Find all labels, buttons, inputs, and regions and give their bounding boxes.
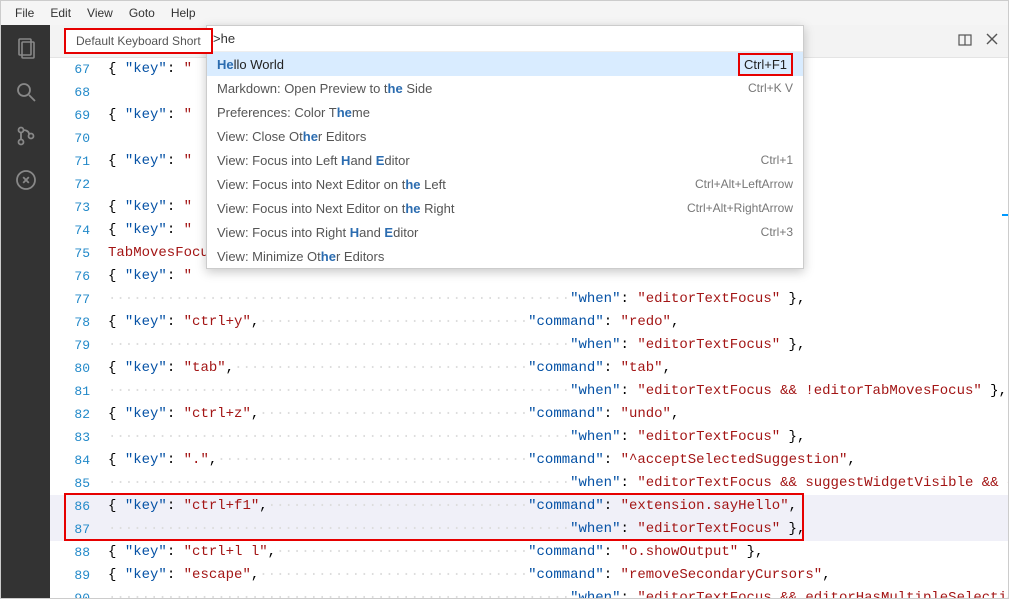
code-line: 89{ "key": "escape",····················… [50, 564, 1008, 587]
code-content: { "key": "ctrl+y",······················… [108, 311, 1008, 334]
files-icon[interactable] [11, 33, 41, 63]
line-number: 79 [50, 334, 108, 357]
line-number: 70 [50, 127, 108, 150]
close-icon[interactable] [984, 31, 1000, 52]
palette-item[interactable]: Markdown: Open Preview to the Side Ctrl+K… [207, 76, 803, 100]
code-content: { "key": ".",···························… [108, 449, 1008, 472]
palette-item-keybind: Ctrl+3 [761, 225, 793, 239]
code-content: ········································… [108, 426, 1008, 449]
code-content: { "key": "ctrl+l l",····················… [108, 541, 1008, 564]
line-number: 69 [50, 104, 108, 127]
code-content: ········································… [108, 472, 1008, 495]
code-content: { "key": "ctrl+f1",·····················… [108, 495, 1008, 518]
palette-item[interactable]: Preferences: Color Theme [207, 100, 803, 124]
palette-item-keybind: Ctrl+F1 [738, 53, 793, 76]
menu-file[interactable]: File [7, 4, 42, 22]
code-content: { "key": "ctrl+z",······················… [108, 403, 1008, 426]
code-line: 79······································… [50, 334, 1008, 357]
command-palette: Hello WorldCtrl+F1Markdown: Open Preview… [206, 25, 804, 269]
source-control-icon[interactable] [11, 121, 41, 151]
code-line: 85······································… [50, 472, 1008, 495]
palette-item-label: Markdown: Open Preview to the Side [217, 81, 432, 96]
palette-item[interactable]: View: Minimize Other Editors [207, 244, 803, 268]
line-number: 78 [50, 311, 108, 334]
palette-item-label: View: Minimize Other Editors [217, 249, 384, 264]
line-number: 77 [50, 288, 108, 311]
line-number: 89 [50, 564, 108, 587]
tab-label: Default Keyboard Short [76, 34, 201, 48]
code-line: 88{ "key": "ctrl+l l",··················… [50, 541, 1008, 564]
code-content: ········································… [108, 288, 1008, 311]
palette-item-keybind: Ctrl+1 [761, 153, 793, 167]
line-number: 83 [50, 426, 108, 449]
line-number: 87 [50, 518, 108, 541]
code-line: 83······································… [50, 426, 1008, 449]
palette-item-keybind: Ctrl+K V [748, 81, 793, 95]
code-line: 77······································… [50, 288, 1008, 311]
menu-goto[interactable]: Goto [121, 4, 163, 22]
menubar: FileEditViewGotoHelp [1, 1, 1008, 25]
line-number: 76 [50, 265, 108, 288]
palette-item-keybind: Ctrl+Alt+LeftArrow [695, 177, 793, 191]
line-number: 67 [50, 58, 108, 81]
palette-item[interactable]: View: Close Other Editors [207, 124, 803, 148]
code-content: ········································… [108, 380, 1008, 403]
palette-item[interactable]: View: Focus into Next Editor on the Left… [207, 172, 803, 196]
line-number: 86 [50, 495, 108, 518]
code-line: 78{ "key": "ctrl+y",····················… [50, 311, 1008, 334]
palette-item-keybind: Ctrl+Alt+RightArrow [687, 201, 793, 215]
command-palette-input[interactable] [213, 31, 797, 46]
line-number: 82 [50, 403, 108, 426]
palette-item[interactable]: View: Focus into Right Hand Editor Ctrl+3 [207, 220, 803, 244]
line-number: 73 [50, 196, 108, 219]
code-content: { "key": "tab",·························… [108, 357, 1008, 380]
menu-help[interactable]: Help [163, 4, 204, 22]
palette-item-label: View: Focus into Next Editor on the Left [217, 177, 446, 192]
code-line: 80{ "key": "tab",·······················… [50, 357, 1008, 380]
tab-actions [956, 31, 1008, 52]
activity-bar [1, 25, 50, 598]
code-content: ········································… [108, 518, 1008, 541]
code-line: 81······································… [50, 380, 1008, 403]
search-icon[interactable] [11, 77, 41, 107]
code-line: 90······································… [50, 587, 1008, 598]
code-content: ········································… [108, 587, 1008, 598]
code-line: 84{ "key": ".",·························… [50, 449, 1008, 472]
code-line: 82{ "key": "ctrl+z",····················… [50, 403, 1008, 426]
line-number: 74 [50, 219, 108, 242]
line-number: 85 [50, 472, 108, 495]
line-number: 84 [50, 449, 108, 472]
line-number: 90 [50, 587, 108, 598]
palette-item-label: Preferences: Color Theme [217, 105, 370, 120]
palette-item-label: View: Close Other Editors [217, 129, 366, 144]
palette-item[interactable]: View: Focus into Next Editor on the Righ… [207, 196, 803, 220]
line-number: 88 [50, 541, 108, 564]
menu-edit[interactable]: Edit [42, 4, 79, 22]
code-content: { "key": "escape",······················… [108, 564, 1008, 587]
split-editor-icon[interactable] [956, 31, 974, 52]
overview-ruler-mark [1002, 214, 1008, 216]
line-number: 72 [50, 173, 108, 196]
menu-view[interactable]: View [79, 4, 121, 22]
palette-item-label: View: Focus into Right Hand Editor [217, 225, 418, 240]
palette-item-label: View: Focus into Next Editor on the Righ… [217, 201, 455, 216]
debug-icon[interactable] [11, 165, 41, 195]
code-line: 86{ "key": "ctrl+f1",···················… [50, 495, 1008, 518]
palette-item[interactable]: Hello World Ctrl+F1 [207, 52, 803, 76]
code-line: 87······································… [50, 518, 1008, 541]
palette-item-label: Hello World [217, 57, 284, 72]
palette-item[interactable]: View: Focus into Left Hand Editor Ctrl+1 [207, 148, 803, 172]
palette-item-label: View: Focus into Left Hand Editor [217, 153, 410, 168]
line-number: 71 [50, 150, 108, 173]
line-number: 80 [50, 357, 108, 380]
code-content: ········································… [108, 334, 1008, 357]
palette-input-row [207, 26, 803, 52]
tab-default-keyboard[interactable]: Default Keyboard Short [64, 28, 213, 54]
palette-list: Hello WorldCtrl+F1Markdown: Open Preview… [207, 52, 803, 268]
line-number: 75 [50, 242, 108, 265]
line-number: 81 [50, 380, 108, 403]
line-number: 68 [50, 81, 108, 104]
